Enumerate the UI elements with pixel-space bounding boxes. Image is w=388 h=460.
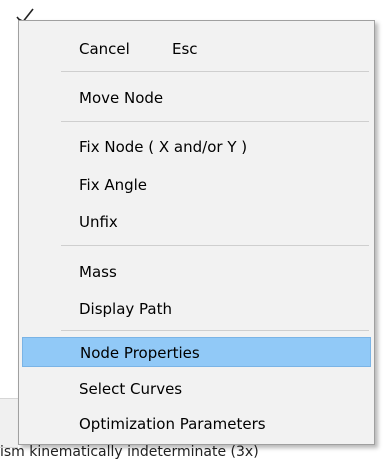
menu-item-select-curves[interactable]: Select Curves — [22, 374, 371, 404]
context-menu: Cancel Esc Move Node Fix Node ( X and/or… — [18, 20, 375, 445]
menu-item-fix-angle[interactable]: Fix Angle — [22, 170, 371, 200]
shortcut-label: Esc — [172, 40, 198, 58]
menu-item-fix-node[interactable]: Fix Node ( X and/or Y ) — [22, 132, 371, 162]
menu-item-unfix[interactable]: Unfix — [22, 207, 371, 237]
background-status-text: ism kinematically indeterminate (3x) — [0, 444, 259, 460]
menu-item-label: Move Node — [79, 89, 164, 107]
menu-item-cancel[interactable]: Cancel Esc — [22, 34, 371, 64]
menu-item-display-path[interactable]: Display Path — [22, 294, 371, 324]
menu-item-move-node[interactable]: Move Node — [22, 83, 371, 113]
menu-item-node-properties[interactable]: Node Properties — [22, 337, 371, 367]
menu-item-label: Node Properties — [80, 344, 200, 362]
menu-separator — [61, 245, 369, 246]
menu-item-label: Display Path — [79, 300, 173, 318]
menu-item-label: Fix Angle — [79, 176, 148, 194]
menu-item-mass[interactable]: Mass — [22, 257, 371, 287]
menu-separator — [61, 121, 369, 122]
menu-item-label: Fix Node ( X and/or Y ) — [79, 138, 248, 156]
menu-item-label: Cancel — [79, 40, 130, 58]
menu-separator — [61, 71, 369, 72]
menu-item-optimization-parameters[interactable]: Optimization Parameters — [22, 409, 371, 439]
menu-item-label: Unfix — [79, 213, 118, 231]
menu-item-label: Optimization Parameters — [79, 415, 266, 433]
menu-item-label: Mass — [79, 263, 117, 281]
menu-item-label: Select Curves — [79, 380, 183, 398]
menu-separator — [61, 330, 369, 331]
background-panel-edge — [0, 398, 18, 448]
